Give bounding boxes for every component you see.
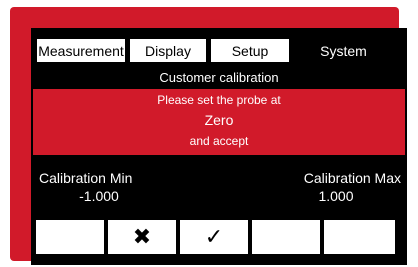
calibration-min-value: -1.000 — [79, 188, 119, 204]
softkey-5[interactable] — [323, 219, 396, 255]
tab-setup[interactable]: Setup — [210, 38, 290, 63]
softkey-1[interactable] — [35, 219, 105, 255]
tab-system[interactable]: System — [293, 38, 394, 63]
tab-bar: Measurement Display Setup System — [36, 38, 399, 63]
instruction-banner: Please set the probe at Zero and accept — [33, 89, 405, 155]
banner-line-2: Zero — [204, 112, 234, 128]
screen-title: Customer calibration — [159, 70, 279, 85]
calibration-min-label: Calibration Min — [39, 170, 133, 186]
calibration-max-value: 1.000 — [318, 188, 354, 204]
tab-measurement[interactable]: Measurement — [36, 38, 126, 63]
softkey-4[interactable] — [251, 219, 321, 255]
accept-button[interactable]: ✓ — [179, 219, 249, 255]
checkmark-icon: ✓ — [204, 224, 224, 249]
calibration-max-label: Calibration Max — [303, 170, 401, 186]
cancel-icon: ✖ — [132, 224, 152, 249]
banner-line-3: and accept — [189, 134, 249, 148]
softkey-bar: ✖ ✓ — [35, 219, 404, 255]
device-frame: Measurement Display Setup System Custome… — [10, 7, 407, 265]
cancel-button[interactable]: ✖ — [107, 219, 177, 255]
display-screen: Measurement Display Setup System Custome… — [31, 28, 407, 265]
banner-line-1: Please set the probe at — [157, 93, 281, 107]
tab-display[interactable]: Display — [129, 38, 207, 63]
